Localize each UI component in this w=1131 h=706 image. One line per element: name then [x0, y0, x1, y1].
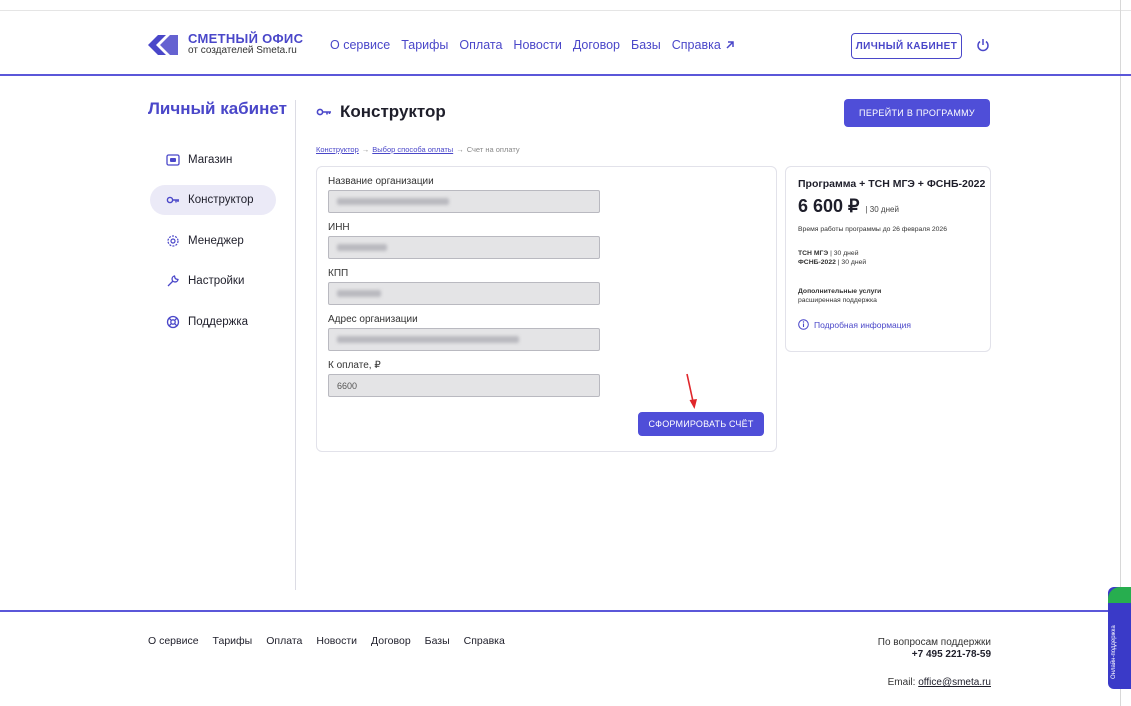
sidebar-item-label: Настройки [188, 275, 245, 287]
header: СМЕТНЫЙ ОФИС от создателей Smeta.ru О се… [0, 0, 1131, 76]
logout-icon[interactable] [976, 38, 990, 52]
online-status-indicator [1108, 587, 1131, 603]
sidebar-item-label: Магазин [188, 154, 233, 166]
price-amount: 6 600 ₽ [798, 196, 860, 216]
page-title: Конструктор [316, 102, 446, 122]
page: СМЕТНЫЙ ОФИС от создателей Smeta.ru О се… [0, 0, 1131, 706]
gear-icon [167, 235, 179, 247]
breadcrumb-separator: → [456, 145, 464, 154]
online-support-tab[interactable]: Онлайн-поддержка [1108, 587, 1131, 689]
breadcrumb-payment-method[interactable]: Выбор способа оплаты [372, 145, 453, 154]
footer-nav-about[interactable]: О сервисе [148, 635, 199, 647]
external-link-icon [726, 41, 734, 49]
key-icon [166, 196, 179, 204]
sidebar-title: Личный кабинет [148, 99, 287, 118]
tariff-title: Программа + ТСН МГЭ + ФСНБ-2022 [798, 178, 986, 190]
footer-divider [0, 610, 1131, 612]
support-email: Email: office@smeta.ru [888, 677, 991, 688]
extra-services: Дополнительные услуги расширенная поддер… [798, 287, 881, 305]
inn-field[interactable] [328, 236, 600, 259]
logo-subtitle: от создателей Smeta.ru [188, 45, 297, 56]
footer-nav-payment[interactable]: Оплата [266, 635, 302, 647]
nav-payment[interactable]: Оплата [459, 38, 502, 52]
extra-title: Дополнительные услуги [798, 288, 882, 295]
sidebar-item-support[interactable]: Поддержка [150, 307, 276, 337]
go-to-program-button[interactable]: ПЕРЕЙТИ В ПРОГРАММУ [844, 99, 990, 127]
more-info-link[interactable]: Подробная информация [798, 319, 911, 330]
sidebar-item-label: Поддержка [188, 316, 248, 328]
footer-nav: О сервисе Тарифы Оплата Новости Договор … [148, 635, 505, 647]
logo-title: СМЕТНЫЙ ОФИС [188, 31, 304, 46]
nav-contract[interactable]: Договор [573, 38, 620, 52]
more-info-label: Подробная информация [814, 319, 911, 330]
base-fsnb: ФСНБ-2022 | 30 дней [798, 258, 866, 267]
info-icon [798, 319, 809, 330]
kpp-field[interactable] [328, 282, 600, 305]
key-icon [316, 108, 331, 116]
breadcrumb: Конструктор → Выбор способа оплаты → Сче… [316, 145, 520, 154]
sidebar-item-label: Менеджер [188, 235, 244, 247]
price-period: | 30 дней [865, 205, 899, 214]
lifebuoy-icon [166, 315, 180, 329]
footer-nav-news[interactable]: Новости [316, 635, 357, 647]
logo[interactable]: СМЕТНЫЙ ОФИС от создателей Smeta.ru [148, 32, 303, 57]
footer-nav-contract[interactable]: Договор [371, 635, 411, 647]
email-link[interactable]: office@smeta.ru [918, 677, 991, 688]
red-arrow-annotation [686, 373, 697, 409]
base-name: ТСН МГЭ [798, 250, 829, 257]
base-tsn-mge: ТСН МГЭ | 30 дней [798, 249, 859, 258]
amount-field[interactable]: 6600 [328, 374, 600, 397]
nav-help-label: Справка [671, 38, 721, 52]
redacted-value [337, 290, 381, 297]
breadcrumb-invoice: Счет на оплату [466, 145, 520, 154]
breadcrumb-constructor[interactable]: Конструктор [316, 145, 359, 154]
breadcrumb-separator: → [361, 145, 370, 154]
inn-label: ИНН [328, 222, 350, 233]
nav-about[interactable]: О сервисе [330, 38, 390, 52]
email-label: Email: [887, 677, 916, 688]
base-period: | 30 дней [830, 250, 859, 257]
redacted-value [337, 198, 449, 205]
sidebar-item-shop[interactable]: Магазин [150, 145, 276, 175]
page-title-text: Конструктор [340, 102, 446, 121]
sidebar-item-constructor[interactable]: Конструктор [150, 185, 276, 215]
org-name-field[interactable] [328, 190, 600, 213]
org-name-label: Название организации [328, 176, 434, 187]
amount-label: К оплате, ₽ [328, 360, 381, 371]
logo-icon [148, 34, 178, 55]
footer-nav-tariffs[interactable]: Тарифы [213, 635, 253, 647]
online-support-label: Онлайн-поддержка [1111, 625, 1117, 679]
nav-news[interactable]: Новости [513, 38, 561, 52]
address-field[interactable] [328, 328, 600, 351]
base-period: | 30 дней [837, 259, 867, 266]
valid-until: Время работы программы до 26 февраля 202… [798, 226, 947, 233]
sidebar-item-settings[interactable]: Настройки [150, 266, 276, 296]
footer-nav-help[interactable]: Справка [464, 635, 505, 647]
shop-icon [166, 154, 180, 166]
wrench-icon [167, 275, 179, 287]
footer-nav-bases[interactable]: Базы [425, 635, 450, 647]
tariff-price: 6 600 ₽ | 30 дней [798, 196, 899, 217]
address-label: Адрес организации [328, 314, 418, 325]
extra-value: расширенная поддержка [798, 297, 877, 304]
sidebar-item-label: Конструктор [188, 194, 254, 206]
nav-help[interactable]: Справка [672, 38, 735, 52]
cabinet-button[interactable]: ЛИЧНЫЙ КАБИНЕТ [851, 33, 962, 59]
base-name: ФСНБ-2022 [798, 259, 836, 266]
nav-tariffs[interactable]: Тарифы [401, 38, 448, 52]
nav-bases[interactable]: Базы [631, 38, 661, 52]
support-label: По вопросам поддержки [877, 637, 991, 648]
kpp-label: КПП [328, 268, 349, 279]
create-invoice-button[interactable]: СФОРМИРОВАТЬ СЧЁТ [638, 412, 764, 436]
sidebar-item-manager[interactable]: Менеджер [150, 226, 276, 256]
top-nav: О сервисе Тарифы Оплата Новости Договор … [330, 38, 735, 52]
redacted-value [337, 244, 387, 251]
sidebar-divider [295, 100, 296, 590]
redacted-value [337, 336, 519, 343]
logo-text: СМЕТНЫЙ ОФИС от создателей Smeta.ru [188, 32, 303, 57]
support-phone[interactable]: +7 495 221-78-59 [912, 649, 991, 660]
